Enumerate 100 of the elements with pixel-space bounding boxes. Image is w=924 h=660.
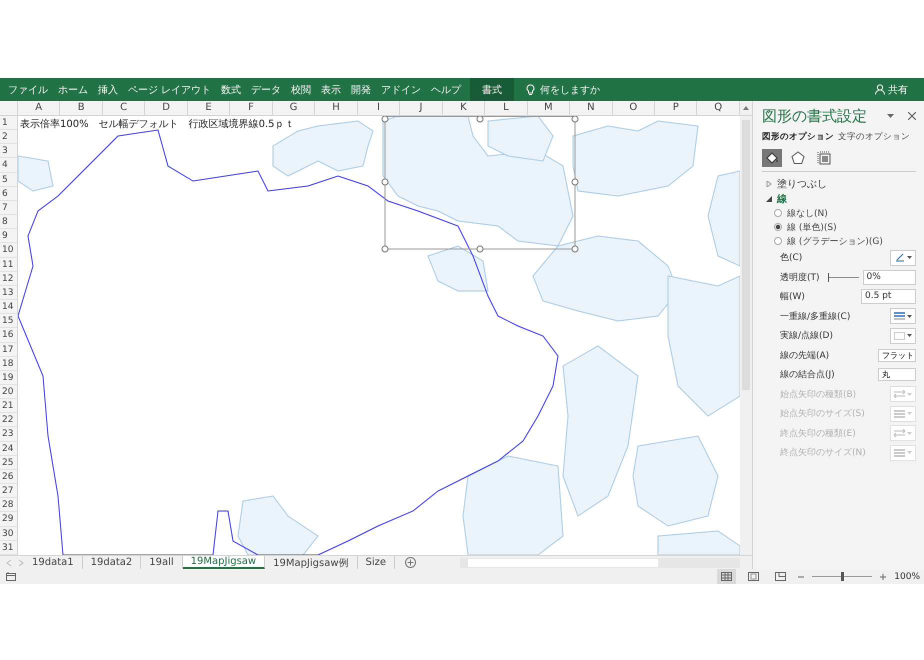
expanded-triangle-icon[interactable] (766, 196, 772, 202)
radio-button[interactable] (774, 223, 782, 231)
row-header[interactable]: 5 (0, 172, 17, 187)
radio-label[interactable]: 線 (単色)(S) (787, 220, 837, 234)
row-header[interactable]: 4 (0, 158, 17, 173)
row-header[interactable]: 1 (0, 116, 17, 130)
ribbon-tab[interactable]: ページ レイアウト (123, 78, 216, 101)
ribbon-tab[interactable]: ヘルプ (426, 78, 466, 101)
line-type-dropdown[interactable] (890, 308, 916, 324)
radio-label[interactable]: 線 (グラデーション)(G) (787, 234, 883, 248)
column-header[interactable]: G (272, 101, 316, 115)
normal-view-button[interactable] (717, 569, 736, 584)
selection-frame[interactable] (382, 116, 578, 252)
dropdown[interactable]: 丸 (878, 368, 916, 382)
row-header[interactable]: 16 (0, 328, 17, 342)
row-header[interactable]: 8 (0, 215, 17, 230)
row-header[interactable]: 15 (0, 314, 17, 328)
tell-me-search[interactable]: 何をしますか (520, 82, 606, 98)
row-header[interactable]: 26 (0, 470, 17, 484)
row-header[interactable]: 10 (0, 243, 17, 258)
dropdown[interactable]: フラット (878, 348, 916, 362)
options-tab[interactable]: 図形のオプション (762, 131, 834, 143)
column-header[interactable]: I (358, 101, 400, 115)
ribbon-tab[interactable]: 校閲 (286, 78, 316, 101)
options-tab[interactable]: 文字のオプション (838, 131, 910, 143)
section-header[interactable]: 塗りつぶし (777, 176, 827, 190)
radio-button[interactable] (774, 237, 782, 245)
row-header[interactable]: 22 (0, 413, 17, 428)
vertical-scrollbar[interactable] (740, 116, 752, 555)
row-header[interactable]: 17 (0, 342, 17, 357)
column-header[interactable]: L (485, 101, 528, 115)
radio-button[interactable] (774, 209, 782, 217)
row-header[interactable]: 24 (0, 442, 17, 456)
row-header[interactable]: 18 (0, 356, 17, 371)
zoom-in-icon[interactable] (880, 574, 886, 580)
row-header[interactable]: 3 (0, 144, 17, 158)
add-sheet-icon[interactable] (405, 557, 416, 568)
row-header[interactable]: 11 (0, 258, 17, 272)
transparency-spinbox[interactable]: 0% (862, 270, 916, 285)
ribbon-tab[interactable]: ホーム (53, 78, 93, 101)
row-header[interactable]: 19 (0, 370, 17, 385)
macro-record-icon[interactable] (6, 572, 16, 581)
row-header[interactable]: 13 (0, 286, 17, 300)
paint-bucket-icon (765, 151, 779, 165)
close-icon[interactable] (908, 112, 916, 120)
paint-bucket-tab[interactable] (762, 149, 782, 167)
column-header[interactable]: C (102, 101, 146, 115)
zoom-level[interactable]: 100% (894, 572, 920, 582)
column-header[interactable]: B (60, 101, 103, 115)
arrow-size-dropdown[interactable] (890, 444, 916, 461)
column-header[interactable]: D (145, 101, 188, 115)
row-header[interactable]: 2 (0, 130, 17, 144)
ribbon-tab[interactable]: データ (246, 78, 286, 101)
row-header[interactable]: 25 (0, 456, 17, 470)
ribbon-tab[interactable]: 表示 (316, 78, 346, 101)
horizontal-scrollbar[interactable] (460, 558, 740, 568)
collapsed-triangle-icon[interactable] (766, 180, 772, 186)
row-header[interactable]: 28 (0, 498, 17, 512)
sheet-tab[interactable]: 19MapJigsaw (182, 556, 266, 569)
ribbon-tab[interactable]: 挿入 (93, 78, 123, 101)
row-header[interactable]: 30 (0, 526, 17, 541)
caret-icon[interactable] (887, 114, 894, 118)
row-header[interactable]: 12 (0, 272, 17, 286)
column-header[interactable]: O (612, 101, 656, 115)
ribbon-tab[interactable]: 書式 (470, 78, 514, 101)
ribbon-tab[interactable]: 開発 (346, 78, 376, 101)
ribbon-tab[interactable]: アドイン (376, 78, 426, 101)
arrow-size-dropdown[interactable] (890, 406, 916, 422)
row-header[interactable]: 21 (0, 399, 17, 414)
property-label: 一重線/多重線(C) (780, 310, 850, 323)
column-header[interactable]: P (655, 101, 698, 115)
zoom-out-icon[interactable] (798, 574, 804, 580)
column-header[interactable]: E (188, 101, 230, 115)
section-header[interactable]: 線 (777, 192, 787, 206)
column-header[interactable]: H (315, 101, 358, 115)
row-header[interactable]: 6 (0, 186, 17, 201)
row-header[interactable]: 7 (0, 200, 17, 216)
property-label: 透明度(T) (780, 272, 820, 284)
row-header[interactable]: 20 (0, 384, 17, 400)
ribbon-tab[interactable]: 数式 (216, 78, 246, 101)
row-header[interactable]: 27 (0, 484, 17, 498)
column-header[interactable]: A (18, 101, 60, 115)
property-label: 終点矢印のサイズ(N) (780, 446, 866, 460)
column-header[interactable]: F (230, 101, 273, 115)
radio-label[interactable]: 線なし(N) (787, 206, 828, 220)
ribbon-tab[interactable]: ファイル (3, 78, 53, 101)
column-header[interactable]: J (400, 101, 443, 115)
page-icon (748, 572, 760, 581)
width-spinbox[interactable]: 0.5 pt (861, 289, 916, 304)
row-header[interactable]: 14 (0, 300, 17, 314)
row-header[interactable]: 9 (0, 229, 17, 244)
row-header[interactable]: 23 (0, 427, 17, 442)
row-header[interactable]: 29 (0, 512, 17, 527)
share-button[interactable]: 共有 (869, 82, 914, 98)
scroll-up-icon[interactable] (742, 106, 749, 110)
pen-color-dropdown[interactable] (890, 250, 916, 266)
column-header[interactable]: N (570, 101, 613, 115)
column-header[interactable]: M (528, 101, 570, 115)
column-header[interactable]: K (442, 101, 486, 115)
caret-icon (907, 432, 912, 435)
